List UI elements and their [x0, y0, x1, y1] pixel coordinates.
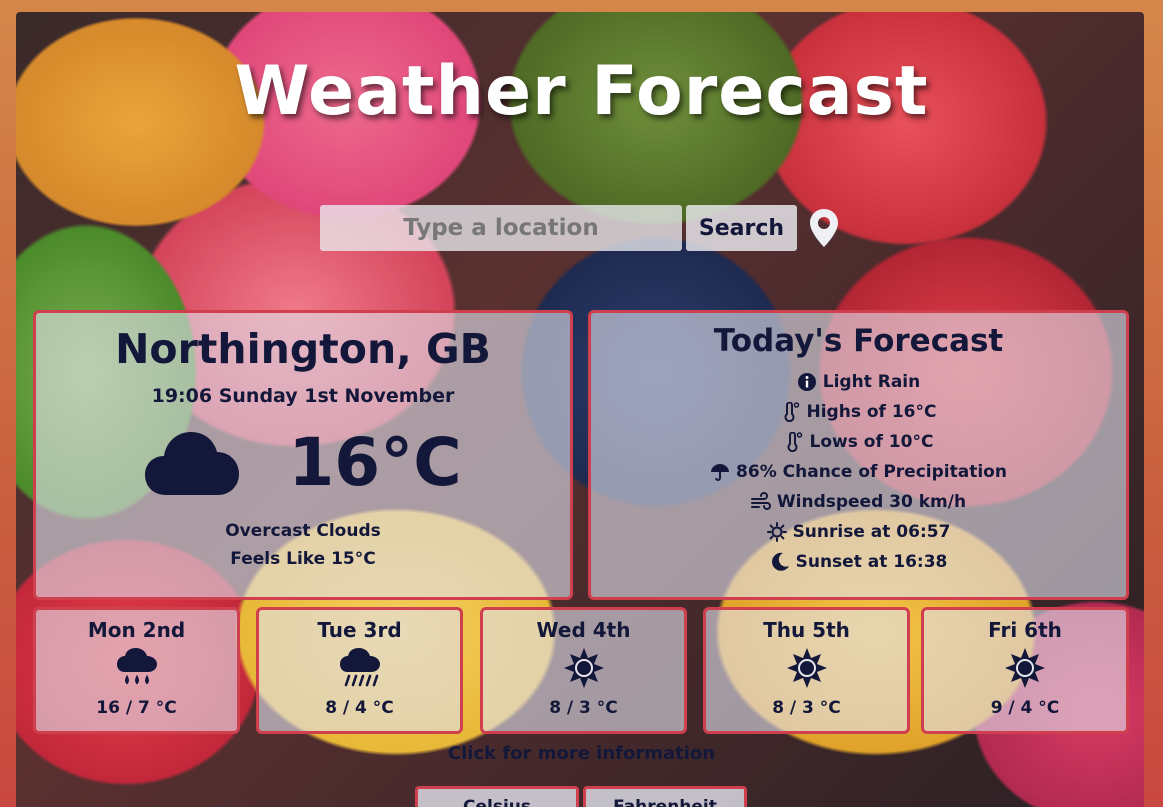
fahrenheit-button[interactable]: Fahrenheit [583, 786, 747, 807]
cloud-showers-icon [339, 648, 380, 687]
umbrella-icon [711, 464, 730, 481]
todays-forecast-heading: Today's Forecast [713, 323, 1004, 359]
forecast-day-card[interactable]: Tue 3rd 8 / 4 °C [256, 607, 463, 734]
more-info-link[interactable]: Click for more information [0, 743, 1163, 764]
forecast-day-card[interactable]: Thu 5th 8 / 3 °C [703, 607, 910, 734]
wind-icon [750, 492, 771, 510]
forecast-temp-range: 9 / 4 °C [990, 698, 1060, 718]
today-low: Lows of 10°C [591, 427, 1126, 457]
current-weather-card: Northington, GB 19:06 Sunday 1st Novembe… [33, 310, 573, 600]
forecast-day-card[interactable]: Wed 4th 8 / 3 °C [480, 607, 687, 734]
today-sunset: Sunset at 16:38 [591, 547, 1126, 577]
forecast-day-name: Tue 3rd [317, 618, 402, 642]
map-pin-icon[interactable] [809, 208, 839, 248]
search-input[interactable] [320, 205, 682, 251]
search-bar: Search [320, 205, 839, 251]
today-wind-text: Windspeed 30 km/h [776, 492, 967, 512]
today-wind: Windspeed 30 km/h [591, 487, 1126, 517]
feels-like: Feels Like 15°C [230, 549, 376, 569]
forecast-temp-range: 8 / 3 °C [549, 698, 618, 718]
forecast-day-name: Wed 4th [536, 618, 631, 642]
forecast-day-name: Fri 6th [988, 618, 1062, 642]
current-datetime: 19:06 Sunday 1st November [151, 385, 455, 407]
thermometer-icon [784, 402, 799, 422]
sun-icon [766, 522, 787, 542]
search-button[interactable]: Search [686, 205, 797, 251]
today-precipitation: 86% Chance of Precipitation [591, 457, 1126, 487]
info-icon [797, 373, 816, 391]
today-sunrise-text: Sunrise at 06:57 [792, 522, 951, 542]
sun-icon [563, 648, 604, 688]
today-sunset-text: Sunset at 16:38 [795, 552, 948, 572]
unit-toggle: Celsius Fahrenheit [415, 786, 747, 807]
today-low-text: Lows of 10°C [809, 432, 934, 452]
today-precipitation-text: 86% Chance of Precipitation [736, 462, 1007, 482]
sun-icon [1005, 648, 1045, 688]
thermometer-icon [787, 432, 802, 452]
forecast-day-name: Thu 5th [763, 618, 850, 642]
today-condition: Light Rain [591, 367, 1126, 397]
today-sunrise: Sunrise at 06:57 [591, 517, 1126, 547]
forecast-temp-range: 8 / 4 °C [325, 698, 394, 718]
forecast-temp-range: 8 / 3 °C [772, 698, 841, 718]
weather-description: Overcast Clouds [225, 521, 381, 541]
celsius-button[interactable]: Celsius [415, 786, 579, 807]
forecast-day-card[interactable]: Mon 2nd 16 / 7 °C [33, 607, 240, 734]
forecast-day-name: Mon 2nd [87, 618, 186, 642]
page-title: Weather Forecast [234, 52, 929, 131]
city-name: Northington, GB [115, 325, 491, 373]
today-condition-text: Light Rain [822, 372, 921, 392]
today-high: Highs of 16°C [591, 397, 1126, 427]
cloud-icon [145, 432, 240, 495]
forecast-temp-range: 16 / 7 °C [96, 698, 177, 718]
current-temperature: 16°C [288, 423, 462, 501]
today-high-text: Highs of 16°C [806, 402, 937, 422]
cloud-rain-icon [116, 648, 157, 685]
moon-icon [771, 552, 789, 571]
todays-forecast-card: Today's Forecast Light Rain Highs of 16°… [588, 310, 1129, 600]
sun-icon [786, 648, 827, 688]
forecast-day-card[interactable]: Fri 6th 9 / 4 °C [921, 607, 1129, 734]
